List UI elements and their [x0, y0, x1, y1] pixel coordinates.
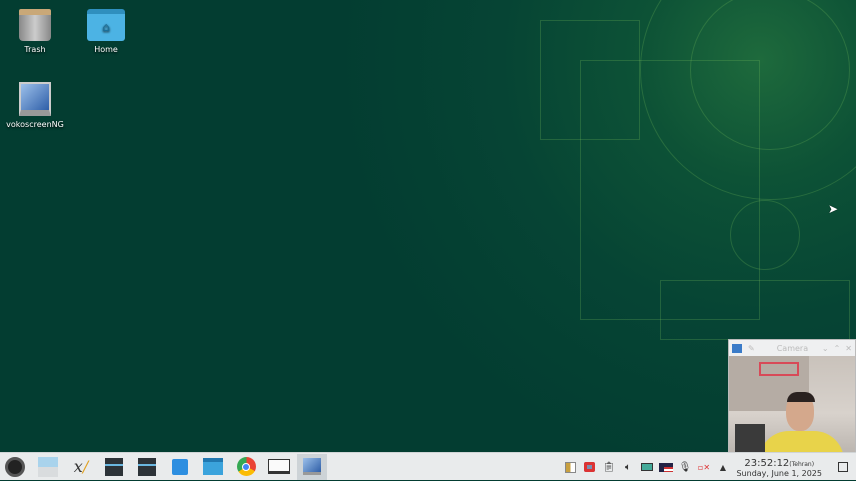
- system-tray: 📋︎ 🔈︎ 🎙︎ ▫✕ ▲ 23:52:12(Tehran) Sunday, J…: [561, 453, 856, 481]
- system-settings-2-button[interactable]: [132, 454, 162, 480]
- desktop-icon-vokoscreenng[interactable]: vokoscreenNG: [0, 82, 70, 129]
- clock-time: 23:52:12: [744, 458, 790, 469]
- system-settings-button[interactable]: [99, 454, 129, 480]
- taskbar: x/ 📋︎ 🔈︎ 🎙︎ ▫✕ ▲ 23:52:12(Tehran) Sunday…: [0, 452, 856, 480]
- clock-timezone: (Tehran): [789, 461, 815, 468]
- settings-sliders-icon: [105, 457, 123, 476]
- camera-window-title: Camera: [776, 343, 809, 353]
- battery-icon[interactable]: [637, 453, 656, 481]
- pin-icon[interactable]: ✎: [748, 344, 755, 353]
- chrome-button[interactable]: [231, 454, 261, 480]
- folder-home-icon: ⌂: [87, 9, 125, 41]
- discover-bag-icon: [172, 458, 188, 475]
- application-launcher-button[interactable]: [0, 454, 30, 480]
- keyboard-layout-flag-icon[interactable]: [656, 453, 675, 481]
- opensuse-logo-icon: [5, 456, 25, 477]
- activity-pager-icon[interactable]: [561, 453, 580, 481]
- discover-button[interactable]: [165, 454, 195, 480]
- vokoscreenng-task-button[interactable]: [297, 453, 327, 480]
- minimize-button[interactable]: ⌄: [822, 344, 829, 353]
- desktop-icon-trash[interactable]: Trash: [0, 9, 70, 54]
- settings-sliders-icon: [138, 457, 156, 476]
- desktop-icon: [38, 456, 58, 477]
- maximize-button[interactable]: ⌃: [834, 344, 841, 353]
- show-desktop-button[interactable]: [33, 454, 63, 480]
- camera-app-icon: [732, 343, 742, 353]
- digital-clock[interactable]: 23:52:12(Tehran) Sunday, June 1, 2025: [736, 456, 822, 479]
- monitor-icon: [268, 459, 290, 474]
- volume-icon[interactable]: 🔈︎: [618, 453, 637, 481]
- peek-desktop-button[interactable]: [830, 453, 856, 481]
- vokoscreen-icon: [19, 82, 51, 116]
- chrome-icon: [236, 457, 256, 476]
- expand-tray-arrow-icon[interactable]: ▲: [713, 453, 732, 481]
- desktop-square-icon: [838, 462, 848, 472]
- trash-icon: [19, 9, 51, 41]
- terminal-button[interactable]: [264, 454, 294, 480]
- xournal-icon: x/: [73, 457, 89, 476]
- clock-date: Sunday, June 1, 2025: [736, 469, 822, 478]
- file-manager-button[interactable]: [198, 454, 228, 480]
- mouse-cursor-icon: ➤: [828, 202, 839, 216]
- folder-icon: [203, 458, 223, 475]
- vokoscreen-icon: [303, 458, 321, 475]
- close-button[interactable]: ✕: [845, 344, 852, 353]
- camera-titlebar[interactable]: ✎ Camera ⌄ ⌃ ✕: [729, 340, 855, 356]
- xournal-button[interactable]: x/: [66, 454, 96, 480]
- camera-feed: [729, 356, 855, 452]
- clipboard-icon[interactable]: 📋︎: [599, 453, 618, 481]
- desktop-icon-home[interactable]: ⌂ Home: [71, 9, 141, 54]
- camera-window[interactable]: ✎ Camera ⌄ ⌃ ✕: [728, 339, 856, 452]
- microphone-icon[interactable]: 🎙︎: [675, 453, 694, 481]
- screen-recorder-tray-icon[interactable]: [580, 453, 599, 481]
- network-disconnected-icon[interactable]: ▫✕: [694, 453, 713, 481]
